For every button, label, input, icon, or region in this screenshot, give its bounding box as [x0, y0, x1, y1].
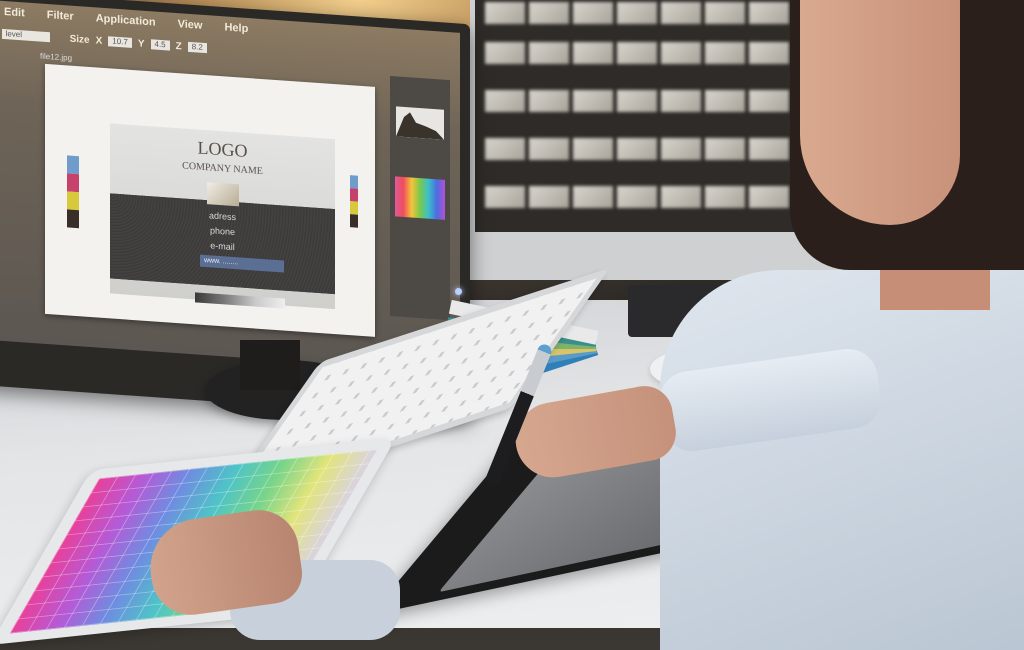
- thumbnail[interactable]: [529, 138, 569, 160]
- document-tab[interactable]: file12.jpg: [40, 51, 72, 62]
- swatch-black: [67, 209, 79, 229]
- thumbnail[interactable]: [485, 90, 525, 112]
- x-field[interactable]: 10.7: [108, 36, 132, 48]
- person-shirt: [660, 270, 1024, 650]
- thumbnail[interactable]: [573, 90, 613, 112]
- thumbnail[interactable]: [573, 2, 613, 24]
- thumbnail-row: [485, 42, 833, 64]
- histogram-panel: [396, 106, 444, 140]
- thumbnail[interactable]: [705, 90, 745, 112]
- menu-application[interactable]: Application: [96, 12, 156, 28]
- menu-filter[interactable]: Filter: [47, 9, 74, 23]
- thumbnail[interactable]: [661, 90, 701, 112]
- thumbnail[interactable]: [749, 2, 789, 24]
- thumbnail[interactable]: [749, 90, 789, 112]
- swatch-magenta: [67, 173, 79, 193]
- thumbnail[interactable]: [705, 186, 745, 208]
- thumbnail[interactable]: [617, 2, 657, 24]
- left-monitor-stand: [240, 340, 300, 390]
- layer-field[interactable]: level: [1, 28, 50, 43]
- print-swatch-left: [67, 155, 79, 229]
- thumbnail[interactable]: [749, 138, 789, 160]
- thumbnail[interactable]: [573, 186, 613, 208]
- color-picker[interactable]: [395, 176, 445, 220]
- thumbnail[interactable]: [485, 138, 525, 160]
- z-field[interactable]: 8.2: [187, 41, 207, 54]
- thumbnail[interactable]: [705, 2, 745, 24]
- thumbnail[interactable]: [661, 2, 701, 24]
- thumbnail[interactable]: [705, 42, 745, 64]
- thumbnail-row: [485, 2, 833, 24]
- document-canvas[interactable]: LOGO COMPANY NAME adress phone e-mail ww…: [45, 63, 375, 337]
- thumbnail-row: [485, 138, 833, 160]
- thumbnail[interactable]: [573, 138, 613, 160]
- swatch-cyan: [350, 175, 358, 189]
- thumbnail[interactable]: [529, 2, 569, 24]
- thumbnail[interactable]: [485, 2, 525, 24]
- thumbnail-row: [485, 186, 833, 208]
- thumbnail[interactable]: [749, 42, 789, 64]
- thumbnail[interactable]: [661, 138, 701, 160]
- menu-help[interactable]: Help: [224, 21, 248, 35]
- y-label: Y: [137, 37, 145, 50]
- thumbnail[interactable]: [529, 90, 569, 112]
- x-label: X: [95, 34, 103, 47]
- tools-panel: [390, 75, 450, 321]
- menu-edit[interactable]: Edit: [4, 6, 25, 19]
- calculator-image: [207, 182, 239, 207]
- thumbnail[interactable]: [485, 42, 525, 64]
- thumbnail[interactable]: [529, 186, 569, 208]
- thumbnail[interactable]: [617, 42, 657, 64]
- thumbnail[interactable]: [749, 186, 789, 208]
- thumbnail[interactable]: [705, 138, 745, 160]
- swatch-cyan: [67, 155, 79, 175]
- person-face: [800, 0, 960, 225]
- swatch-magenta: [350, 188, 358, 202]
- swatch-yellow: [67, 191, 79, 211]
- thumbnail[interactable]: [661, 186, 701, 208]
- thumbnail[interactable]: [529, 42, 569, 64]
- y-field[interactable]: 4.5: [150, 39, 170, 51]
- swatch-yellow: [350, 201, 358, 215]
- z-label: Z: [175, 40, 182, 52]
- thumbnail[interactable]: [617, 138, 657, 160]
- image-editor-screen: Edit Filter Application View Help s leve…: [0, 0, 460, 373]
- thumbnail[interactable]: [573, 42, 613, 64]
- swatch-black: [350, 214, 358, 228]
- thumbnail[interactable]: [617, 186, 657, 208]
- print-swatch-right: [350, 175, 358, 228]
- thumbnail[interactable]: [617, 90, 657, 112]
- business-card[interactable]: LOGO COMPANY NAME adress phone e-mail ww…: [110, 123, 335, 310]
- histogram-graph: [396, 112, 444, 140]
- size-label: Size: [69, 33, 90, 46]
- thumbnail[interactable]: [661, 42, 701, 64]
- power-led-icon: [455, 288, 462, 295]
- menu-view[interactable]: View: [178, 18, 203, 32]
- thumbnail-row: [485, 90, 833, 112]
- thumbnail[interactable]: [485, 186, 525, 208]
